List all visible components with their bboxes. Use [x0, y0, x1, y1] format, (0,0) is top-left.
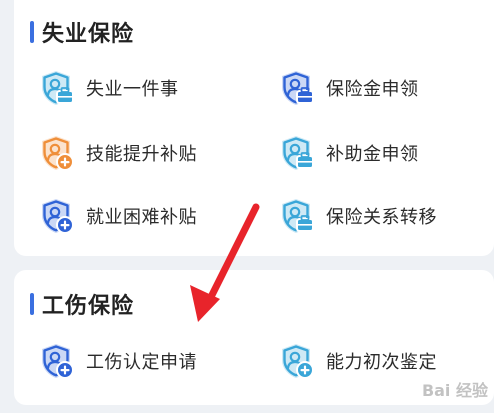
watermark: Bai 经验: [421, 381, 488, 400]
shield-briefcase-icon: [276, 68, 316, 108]
unemployment-insurance-card: 失业保险 失业一件事 保险金申领 技能提升补贴 补助金申领 就业困难补贴 保险关…: [14, 0, 494, 256]
shield-plus-icon: [36, 196, 76, 236]
shield-plus-icon: [36, 341, 76, 381]
shield-plus-icon: [36, 133, 76, 173]
service-item-skill-subsidy[interactable]: 技能提升补贴: [36, 133, 197, 173]
service-item-label: 失业一件事: [86, 79, 179, 100]
service-item-label: 技能提升补贴: [86, 144, 197, 165]
title-accent-bar: [30, 293, 34, 315]
service-item-insurance-transfer[interactable]: 保险关系转移: [276, 196, 437, 236]
service-item-label: 补助金申领: [326, 144, 419, 165]
service-item-injury-recognition[interactable]: 工伤认定申请: [36, 341, 197, 381]
shield-briefcase-icon: [276, 196, 316, 236]
section-title: 失业保险: [42, 22, 135, 47]
work-injury-insurance-card: 工伤保险 工伤认定申请 能力初次鉴定 Bai 经验: [14, 270, 494, 405]
section-title: 工伤保险: [42, 294, 135, 319]
shield-briefcase-icon: [276, 133, 316, 173]
service-item-unemployment-matter[interactable]: 失业一件事: [36, 68, 179, 108]
service-item-label: 保险关系转移: [326, 207, 437, 228]
service-item-allowance-claim[interactable]: 补助金申领: [276, 133, 419, 173]
shield-briefcase-icon: [36, 68, 76, 108]
title-accent-bar: [30, 21, 34, 43]
service-item-label: 就业困难补贴: [86, 207, 197, 228]
unemployment-section-header: 失业保险: [30, 16, 134, 48]
service-item-hardship-subsidy[interactable]: 就业困难补贴: [36, 196, 197, 236]
service-item-label: 能力初次鉴定: [326, 352, 437, 373]
service-item-benefit-claim[interactable]: 保险金申领: [276, 68, 419, 108]
service-item-label: 工伤认定申请: [86, 352, 197, 373]
shield-plus-icon: [276, 341, 316, 381]
service-item-label: 保险金申领: [326, 79, 419, 100]
injury-section-header: 工伤保险: [30, 288, 134, 320]
service-item-ability-assessment[interactable]: 能力初次鉴定: [276, 341, 437, 381]
